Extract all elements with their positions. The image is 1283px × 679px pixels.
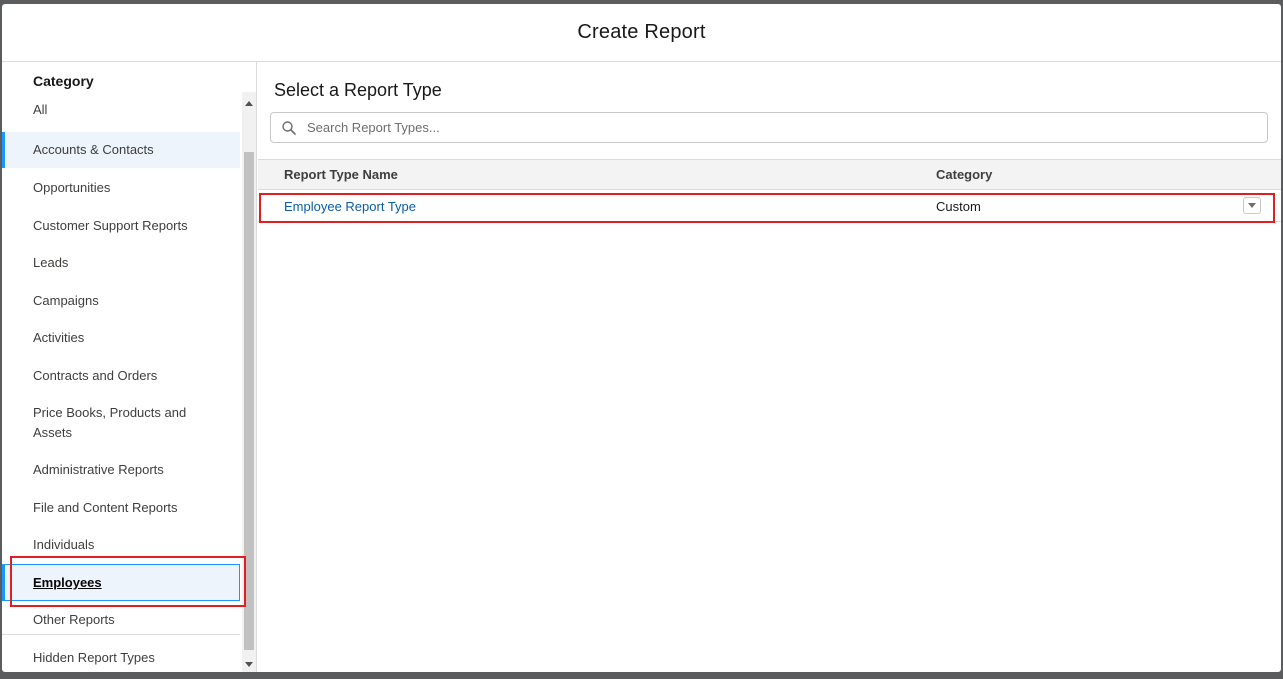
sidebar-item-campaigns[interactable]: Campaigns — [2, 291, 240, 311]
sidebar-item-customer-support-reports[interactable]: Customer Support Reports — [2, 216, 240, 236]
column-header-category[interactable]: Category — [936, 167, 992, 182]
report-type-category-cell: Custom — [936, 199, 981, 214]
table-row[interactable]: Employee Report Type Custom — [258, 190, 1281, 222]
modal-header: Create Report — [2, 4, 1281, 62]
sidebar-item-accounts-contacts[interactable]: Accounts & Contacts — [2, 132, 240, 168]
sidebar-item-leads[interactable]: Leads — [2, 253, 240, 273]
table-header: Report Type Name Category — [258, 159, 1281, 190]
sidebar-item-file-content-reports[interactable]: File and Content Reports — [2, 498, 240, 518]
chevron-down-icon — [1248, 203, 1256, 208]
report-type-panel: Select a Report Type Report Type Name Ca… — [258, 62, 1281, 672]
sidebar-item-administrative-reports[interactable]: Administrative Reports — [2, 460, 240, 480]
column-header-report-type-name[interactable]: Report Type Name — [284, 167, 398, 182]
report-type-name-cell[interactable]: Employee Report Type — [284, 199, 416, 214]
sidebar-heading: Category — [33, 73, 94, 89]
modal-title: Create Report — [577, 21, 706, 43]
sidebar-item-activities[interactable]: Activities — [2, 328, 240, 348]
sidebar-item-hidden-report-types[interactable]: Hidden Report Types — [2, 648, 240, 668]
panel-title: Select a Report Type — [274, 80, 442, 100]
create-report-modal: Create Report Category All Accounts & Co… — [2, 4, 1281, 672]
search-input[interactable] — [305, 119, 1209, 136]
scroll-down-arrow-icon[interactable] — [245, 662, 253, 667]
sidebar-item-price-books-line2[interactable]: Assets — [2, 423, 240, 443]
search-box[interactable] — [270, 112, 1268, 143]
sidebar-item-individuals[interactable]: Individuals — [2, 535, 240, 555]
sidebar-item-price-books-line1[interactable]: Price Books, Products and — [2, 403, 240, 423]
sidebar-divider — [2, 634, 240, 635]
scroll-thumb[interactable] — [244, 152, 254, 650]
search-icon — [282, 120, 296, 135]
row-actions-button[interactable] — [1243, 197, 1261, 214]
sidebar-item-all[interactable]: All — [2, 100, 240, 120]
category-sidebar: Category All Accounts & Contacts Opportu… — [2, 62, 257, 672]
sidebar-item-other-reports[interactable]: Other Reports — [2, 610, 240, 630]
sidebar-scrollbar[interactable] — [242, 92, 256, 672]
sidebar-item-contracts-orders[interactable]: Contracts and Orders — [2, 366, 240, 386]
sidebar-item-opportunities[interactable]: Opportunities — [2, 178, 240, 198]
scroll-up-arrow-icon[interactable] — [245, 101, 253, 106]
sidebar-item-employees[interactable]: Employees — [2, 564, 240, 601]
